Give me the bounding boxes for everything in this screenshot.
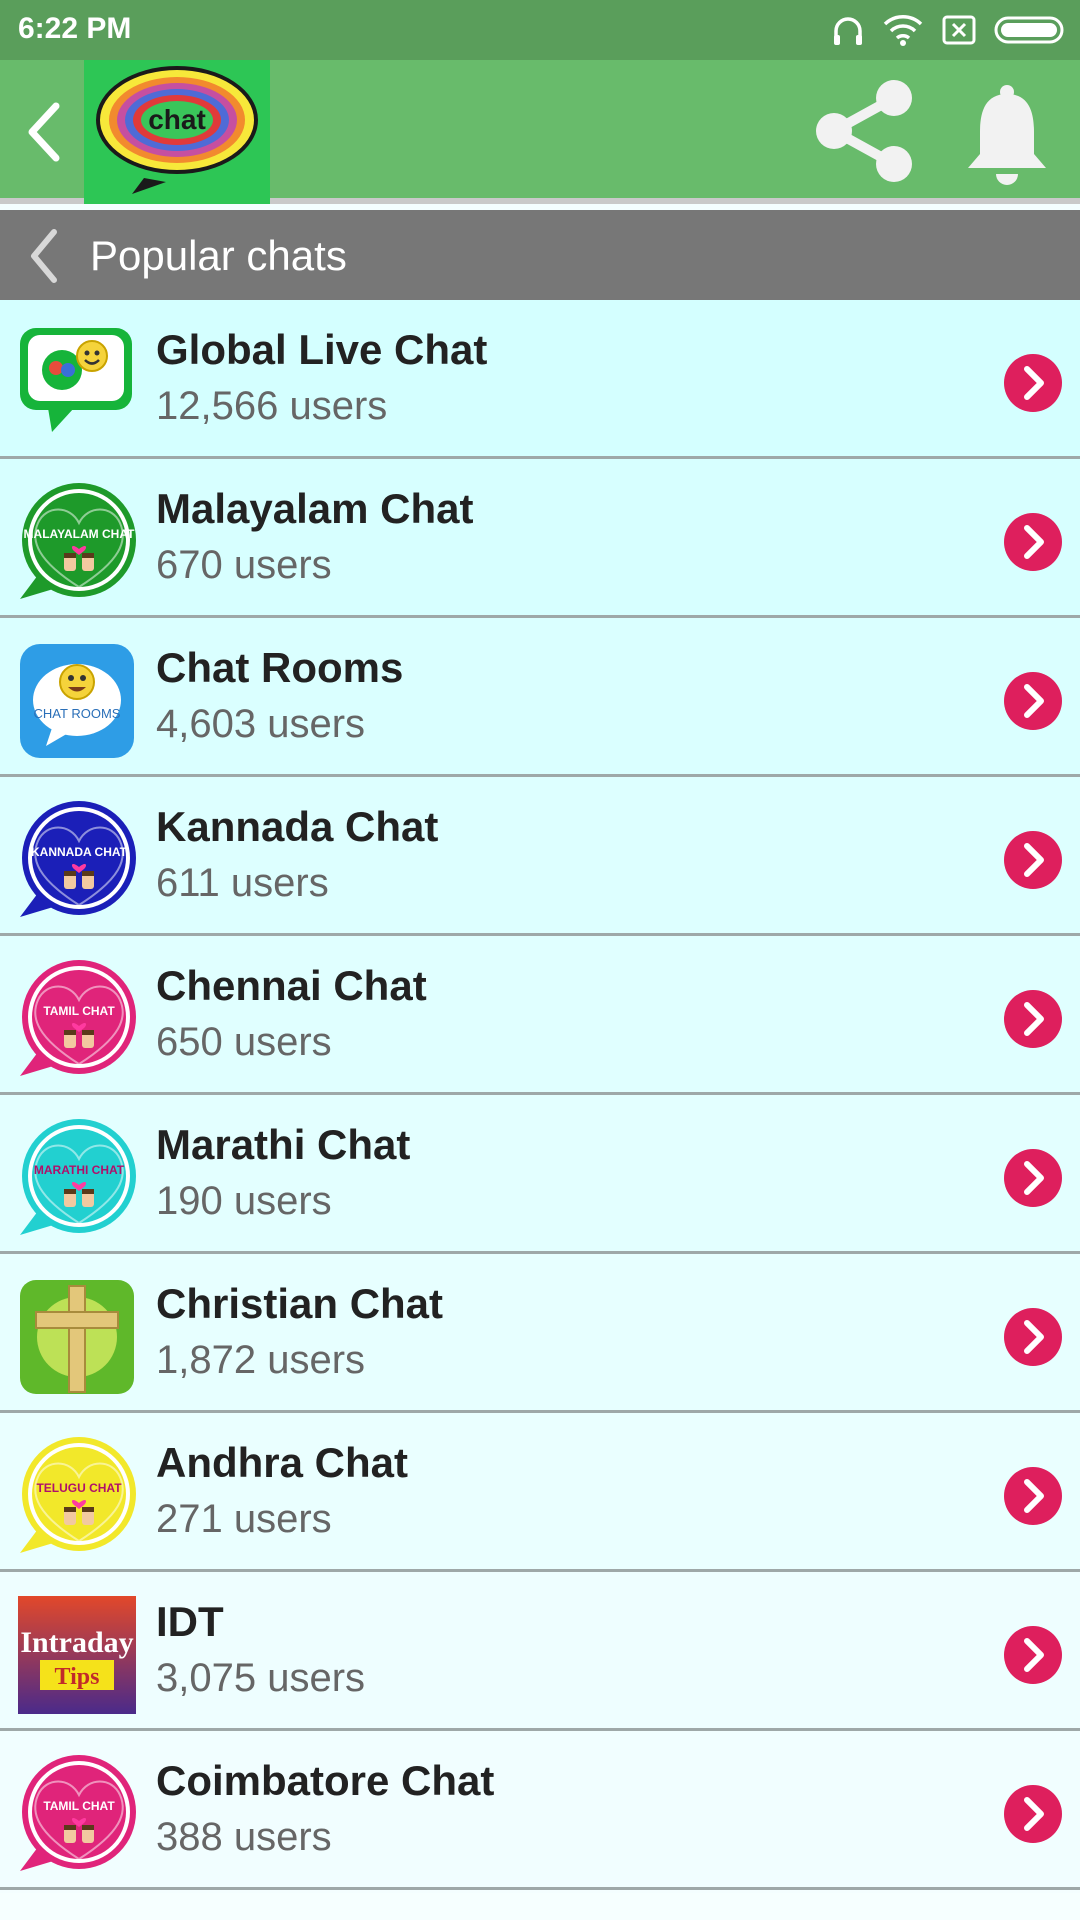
svg-text:chat: chat bbox=[148, 104, 206, 135]
christian-cross-icon bbox=[18, 1278, 136, 1396]
svg-text:MALAYALAM CHAT: MALAYALAM CHAT bbox=[24, 527, 136, 541]
app-bar: chat bbox=[0, 60, 1080, 204]
chevron-right-icon[interactable] bbox=[1004, 1308, 1062, 1366]
chat-user-count: 4,603 users bbox=[156, 702, 366, 746]
chevron-right-icon[interactable] bbox=[1004, 1626, 1062, 1684]
chat-name: Kannada Chat bbox=[156, 803, 439, 850]
telugu-chat-icon: TELUGU CHAT bbox=[18, 1437, 136, 1555]
section-title: Popular chats bbox=[90, 232, 347, 279]
chat-name: IDT bbox=[156, 1598, 224, 1645]
chat-user-count: 388 users bbox=[156, 1815, 332, 1859]
chat-user-count: 1,872 users bbox=[156, 1338, 366, 1382]
chat-list: Global Live Chat 12,566 users MALAYALAM C… bbox=[0, 300, 1080, 1890]
chat-name: Coimbatore Chat bbox=[156, 1757, 495, 1804]
svg-text:KANNADA CHAT: KANNADA CHAT bbox=[31, 845, 128, 859]
chat-name: Malayalam Chat bbox=[156, 485, 474, 532]
chat-list-item[interactable]: Intraday Tips IDT 3,075 users bbox=[0, 1572, 1080, 1731]
chat-name: Global Live Chat bbox=[156, 326, 488, 373]
svg-text:MARATHI CHAT: MARATHI CHAT bbox=[34, 1163, 125, 1177]
chat-user-count: 670 users bbox=[156, 543, 332, 587]
chat-user-count: 3,075 users bbox=[156, 1656, 366, 1700]
chat-name: Andhra Chat bbox=[156, 1439, 408, 1486]
headphones-icon bbox=[834, 17, 862, 45]
chevron-right-icon[interactable] bbox=[1004, 990, 1062, 1048]
section-back-icon[interactable] bbox=[24, 226, 64, 286]
next-list-item-peek bbox=[0, 1893, 1080, 1920]
chevron-right-icon[interactable] bbox=[1004, 1467, 1062, 1525]
chat-name: Marathi Chat bbox=[156, 1121, 411, 1168]
chat-list-item[interactable]: TAMIL CHAT Coimbatore Chat 388 users bbox=[0, 1731, 1080, 1890]
chat-rooms-icon: CHAT ROOMS bbox=[18, 642, 136, 760]
chat-list-item[interactable]: Christian Chat 1,872 users bbox=[0, 1254, 1080, 1413]
chat-name: Christian Chat bbox=[156, 1280, 444, 1327]
chat-user-count: 650 users bbox=[156, 1020, 332, 1064]
no-sim-icon bbox=[942, 15, 976, 45]
share-icon[interactable] bbox=[812, 78, 914, 184]
chat-user-count: 271 users bbox=[156, 1497, 332, 1541]
chat-name: Chennai Chat bbox=[156, 962, 427, 1009]
marathi-chat-icon: MARATHI CHAT bbox=[18, 1119, 136, 1237]
svg-text:TAMIL CHAT: TAMIL CHAT bbox=[43, 1799, 115, 1813]
chat-bubble-logo-icon: chat bbox=[96, 66, 258, 194]
tamil-chat-icon: TAMIL CHAT bbox=[18, 960, 136, 1078]
chat-list-item[interactable]: MARATHI CHAT Marathi Chat 190 users bbox=[0, 1095, 1080, 1254]
tamil-chat-icon: TAMIL CHAT bbox=[18, 1755, 136, 1873]
svg-text:Tips: Tips bbox=[55, 1664, 100, 1690]
chat-user-count: 12,566 users bbox=[156, 384, 388, 428]
app-logo: chat bbox=[84, 60, 270, 204]
chevron-right-icon[interactable] bbox=[1004, 831, 1062, 889]
battery-icon bbox=[994, 16, 1064, 44]
intraday-tips-icon: Intraday Tips bbox=[18, 1596, 136, 1714]
chat-user-count: 611 users bbox=[156, 861, 329, 905]
wifi-icon bbox=[883, 15, 923, 46]
notification-bell-icon[interactable] bbox=[962, 82, 1052, 186]
chat-name: Chat Rooms bbox=[156, 644, 404, 691]
back-arrow-icon[interactable] bbox=[20, 100, 70, 164]
svg-text:Intraday: Intraday bbox=[20, 1626, 133, 1659]
malayalam-chat-icon: MALAYALAM CHAT bbox=[18, 483, 136, 601]
chat-list-item[interactable]: KANNADA CHAT Kannada Chat 611 users bbox=[0, 777, 1080, 936]
status-bar: 6:22 PM bbox=[0, 0, 1080, 60]
kannada-chat-icon: KANNADA CHAT bbox=[18, 801, 136, 919]
chat-list-item[interactable]: Global Live Chat 12,566 users bbox=[0, 300, 1080, 459]
svg-text:TELUGU CHAT: TELUGU CHAT bbox=[36, 1481, 122, 1495]
section-header: Popular chats bbox=[0, 210, 1080, 300]
chevron-right-icon[interactable] bbox=[1004, 1149, 1062, 1207]
global-live-chat-icon bbox=[18, 324, 136, 442]
chevron-right-icon[interactable] bbox=[1004, 1785, 1062, 1843]
chat-list-item[interactable]: TAMIL CHAT Chennai Chat 650 users bbox=[0, 936, 1080, 1095]
status-icons bbox=[832, 10, 1066, 50]
chat-list-item[interactable]: MALAYALAM CHAT Malayalam Chat 670 users bbox=[0, 459, 1080, 618]
svg-text:TAMIL CHAT: TAMIL CHAT bbox=[43, 1004, 115, 1018]
chat-list-item[interactable]: CHAT ROOMS Chat Rooms 4,603 users bbox=[0, 618, 1080, 777]
chat-list-item[interactable]: TELUGU CHAT Andhra Chat 271 users bbox=[0, 1413, 1080, 1572]
chevron-right-icon[interactable] bbox=[1004, 672, 1062, 730]
status-time: 6:22 PM bbox=[18, 12, 132, 45]
chevron-right-icon[interactable] bbox=[1004, 354, 1062, 412]
chevron-right-icon[interactable] bbox=[1004, 513, 1062, 571]
svg-text:CHAT ROOMS: CHAT ROOMS bbox=[34, 706, 121, 721]
chat-user-count: 190 users bbox=[156, 1179, 332, 1223]
